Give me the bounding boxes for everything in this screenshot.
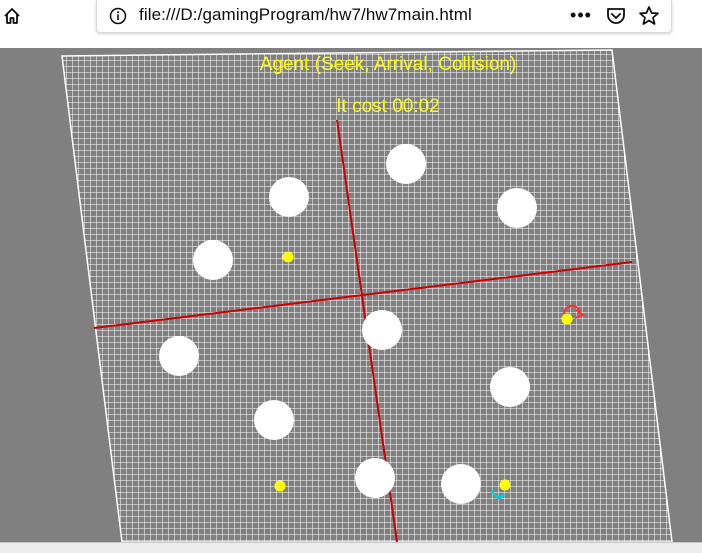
obstacle [193,240,233,280]
browser-toolbar: file:///D:/gamingProgram/hw7/hw7main.htm… [0,0,702,48]
obstacle [497,188,537,228]
pocket-icon[interactable] [605,5,627,27]
scene-title: Agent (Seek, Arrival, Collision) [259,54,517,75]
obstacle [159,336,199,376]
home-icon [4,8,20,24]
obstacle [490,367,530,407]
star-icon[interactable] [637,4,661,28]
obstacle [386,144,426,184]
page-actions-button[interactable]: ••• [569,4,593,28]
info-icon[interactable] [109,7,127,25]
agent [274,480,286,492]
scene-svg [61,49,673,542]
obstacle [362,310,402,350]
window-bottom-edge [0,542,702,553]
obstacle [254,400,294,440]
obstacle [269,177,309,217]
address-bar[interactable]: file:///D:/gamingProgram/hw7/hw7main.htm… [96,0,672,33]
obstacle [355,458,395,498]
game-canvas[interactable]: Agent (Seek, Arrival, Collision) It cost… [0,48,702,542]
obstacle [441,464,481,504]
agent [282,251,294,263]
url-text[interactable]: file:///D:/gamingProgram/hw7/hw7main.htm… [139,5,472,25]
home-button[interactable] [0,2,24,30]
elapsed-time-label: It cost 00:02 [336,96,440,117]
